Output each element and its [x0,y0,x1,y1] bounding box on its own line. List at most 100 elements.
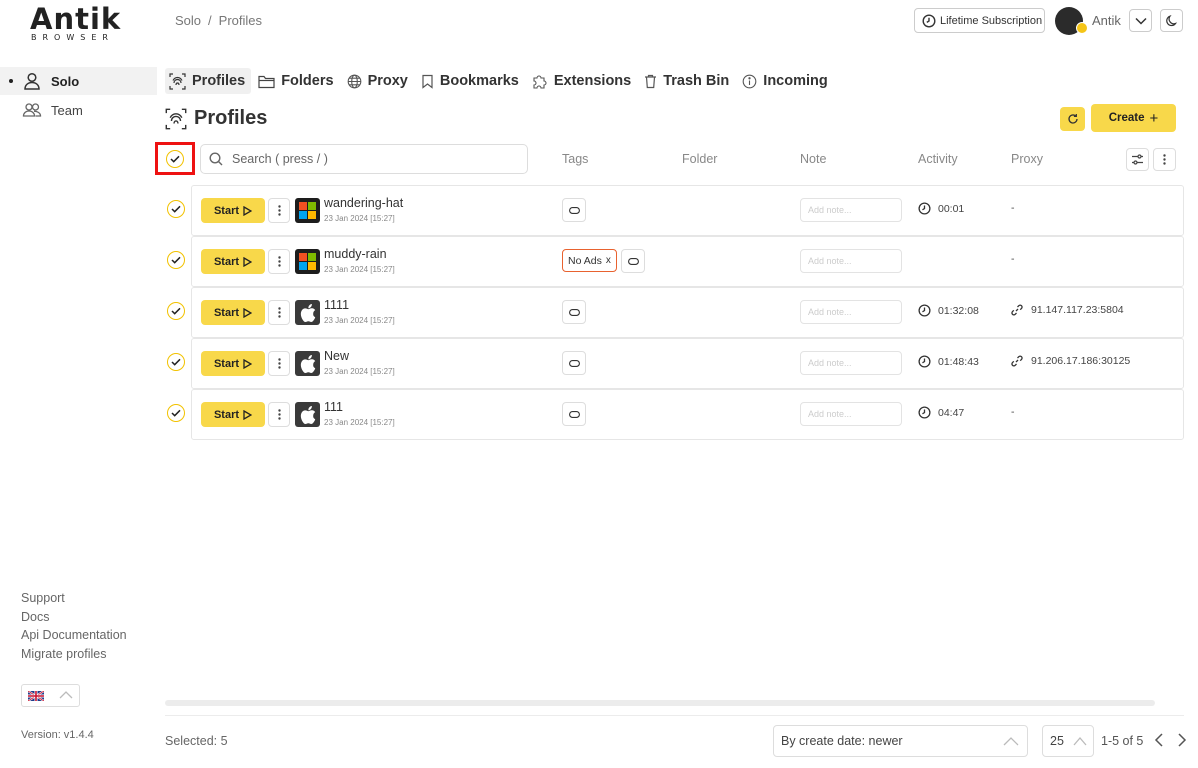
support-link[interactable]: Support [21,589,127,608]
tab-bookmarks[interactable]: Bookmarks [417,68,525,94]
tab-label: Folders [281,73,334,89]
proxy-cell: - [1011,253,1015,265]
add-tag-button[interactable] [562,402,586,426]
play-icon [243,358,253,369]
row-menu-button[interactable] [268,402,290,427]
chevron-up-icon [1003,737,1019,746]
tab-extensions[interactable]: Extensions [528,68,637,94]
profile-name[interactable]: 1111 [324,298,349,312]
tag-icon [568,359,580,367]
tab-incoming[interactable]: Incoming [738,68,833,94]
docs-link[interactable]: Docs [21,608,127,627]
more-options-button[interactable] [1153,148,1176,171]
play-icon [243,205,253,216]
footer-divider [165,715,1184,716]
account-menu-button[interactable] [1129,9,1152,32]
tab-trash-bin[interactable]: Trash Bin [640,68,735,94]
trash-icon [645,74,657,88]
refresh-button[interactable] [1060,107,1085,131]
column-proxy[interactable]: Proxy [1011,152,1043,166]
start-button[interactable]: Start [201,249,265,274]
activity-time: 01:48:43 [938,355,979,368]
note-input[interactable]: Add note... [800,249,902,273]
proxy-cell: 91.147.117.23:5804 [1011,304,1124,316]
language-selector[interactable] [21,684,80,707]
migrate-profiles-link[interactable]: Migrate profiles [21,645,127,664]
profile-name[interactable]: muddy-rain [324,247,387,261]
next-page-icon[interactable] [1175,732,1189,748]
add-tag-button[interactable] [562,351,586,375]
remove-tag-icon[interactable]: x [606,255,611,266]
per-page-select[interactable]: 25 [1042,725,1094,757]
logo-main: Antik [30,2,122,36]
add-tag-button[interactable] [562,300,586,324]
proxy-cell: - [1011,202,1015,214]
row-menu-button[interactable] [268,300,290,325]
profile-name[interactable]: New [324,349,349,363]
star-badge-icon [1076,22,1088,34]
chevron-down-icon [1134,17,1147,25]
start-button[interactable]: Start [201,351,265,376]
table-row[interactable]: Start 1111 23 Jan 2024 [15:27] Add note.… [167,287,1184,338]
row-checkbox[interactable] [167,353,185,371]
theme-toggle-button[interactable] [1160,9,1183,32]
row-checkbox[interactable] [167,200,185,218]
row-checkbox[interactable] [167,251,185,269]
moon-icon [1165,14,1177,26]
profile-name[interactable]: 111 [324,400,343,414]
column-note[interactable]: Note [800,152,826,166]
note-input[interactable]: Add note... [800,351,902,375]
row-checkbox[interactable] [167,404,185,422]
tag-label: No Ads [568,254,602,267]
api-documentation-link[interactable]: Api Documentation [21,626,127,645]
check-icon [171,409,181,417]
play-icon [243,307,253,318]
search-field[interactable] [200,144,528,174]
row-menu-button[interactable] [268,249,290,274]
tab-proxy[interactable]: Proxy [343,68,414,94]
tab-profiles[interactable]: Profiles [165,68,252,94]
logo[interactable]: Antik BROWSER [30,4,126,42]
table-row[interactable]: Start 111 23 Jan 2024 [15:27] Add note..… [167,389,1184,440]
table-row[interactable]: Start muddy-rain 23 Jan 2024 [15:27] No … [167,236,1184,287]
row-menu-button[interactable] [268,351,290,376]
create-button[interactable]: Create + [1091,104,1176,132]
subscription-button[interactable]: Lifetime Subscription [914,8,1045,33]
start-label: Start [213,357,240,370]
start-button[interactable]: Start [201,402,265,427]
check-icon [171,358,181,366]
start-button[interactable]: Start [201,300,265,325]
table-row[interactable]: Start wandering-hat 23 Jan 2024 [15:27] … [167,185,1184,236]
note-input[interactable]: Add note... [800,402,902,426]
sidebar-item-team[interactable]: Team [0,96,157,124]
column-settings-button[interactable] [1126,148,1149,171]
prev-page-icon[interactable] [1152,732,1166,748]
row-checkbox[interactable] [167,302,185,320]
tag-icon [568,410,580,418]
tab-folders[interactable]: Folders [254,68,339,94]
sidebar-item-solo[interactable]: Solo [0,67,157,95]
horizontal-scrollbar[interactable] [165,700,1155,706]
add-tag-button[interactable] [562,198,586,222]
column-folder[interactable]: Folder [682,152,717,166]
activity-cell: 00:01 [918,202,964,215]
sort-select[interactable]: By create date: newer [773,725,1028,757]
main-tabs: Profiles Folders Proxy Bookmarks Extensi… [165,68,837,94]
search-input[interactable] [232,152,512,166]
start-button[interactable]: Start [201,198,265,223]
proxy-value: - [1011,202,1015,214]
column-tags[interactable]: Tags [562,152,588,166]
note-input[interactable]: Add note... [800,300,902,324]
note-input[interactable]: Add note... [800,198,902,222]
select-all-checkbox[interactable] [166,150,184,168]
breadcrumb-solo[interactable]: Solo [175,13,201,28]
table-row[interactable]: Start New 23 Jan 2024 [15:27] Add note..… [167,338,1184,389]
column-activity[interactable]: Activity [918,152,958,166]
tag-chip[interactable]: No Ads x [562,249,617,272]
proxy-cell: - [1011,406,1015,418]
add-tag-button[interactable] [621,249,645,273]
row-menu-button[interactable] [268,198,290,223]
proxy-cell: 91.206.17.186:30125 [1011,355,1130,367]
profile-name[interactable]: wandering-hat [324,196,403,210]
tab-label: Incoming [763,73,828,89]
